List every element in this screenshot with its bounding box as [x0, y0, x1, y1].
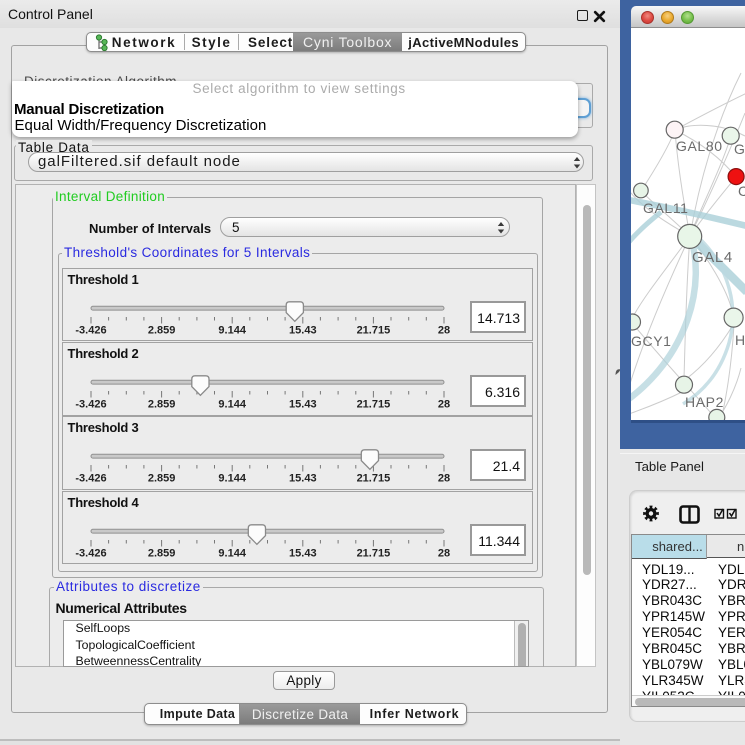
svg-text:15.43: 15.43 — [289, 547, 317, 559]
svg-text:15.43: 15.43 — [289, 473, 317, 485]
svg-text:-3.426: -3.426 — [75, 324, 106, 336]
svg-text:28: 28 — [438, 473, 450, 485]
svg-text:28: 28 — [438, 324, 450, 336]
svg-text:H: H — [735, 332, 745, 348]
svg-text:2.859: 2.859 — [148, 324, 176, 336]
svg-text:15.43: 15.43 — [289, 399, 317, 411]
svg-text:15.43: 15.43 — [289, 324, 317, 336]
svg-text:GAL4: GAL4 — [692, 249, 733, 266]
svg-text:2.859: 2.859 — [148, 473, 176, 485]
svg-text:C: C — [738, 183, 745, 199]
svg-text:9.144: 9.144 — [218, 324, 246, 336]
svg-text:GAL11: GAL11 — [643, 200, 689, 216]
svg-text:-3.426: -3.426 — [75, 399, 106, 411]
svg-text:GCY1: GCY1 — [631, 333, 672, 349]
svg-text:9.144: 9.144 — [218, 473, 246, 485]
svg-text:28: 28 — [438, 399, 450, 411]
svg-text:9.144: 9.144 — [218, 399, 246, 411]
svg-text:-3.426: -3.426 — [75, 473, 106, 485]
svg-text:GA: GA — [734, 141, 745, 157]
svg-text:9.144: 9.144 — [218, 547, 246, 559]
svg-text:21.715: 21.715 — [357, 473, 391, 485]
svg-text:28: 28 — [438, 547, 450, 559]
svg-text:GAL80: GAL80 — [676, 138, 723, 154]
svg-text:21.715: 21.715 — [357, 399, 391, 411]
svg-text:21.715: 21.715 — [357, 324, 391, 336]
svg-text:HAP2: HAP2 — [685, 394, 724, 410]
svg-text:2.859: 2.859 — [148, 547, 176, 559]
svg-text:2.859: 2.859 — [148, 399, 176, 411]
svg-text:-3.426: -3.426 — [75, 547, 106, 559]
svg-text:21.715: 21.715 — [357, 547, 391, 559]
